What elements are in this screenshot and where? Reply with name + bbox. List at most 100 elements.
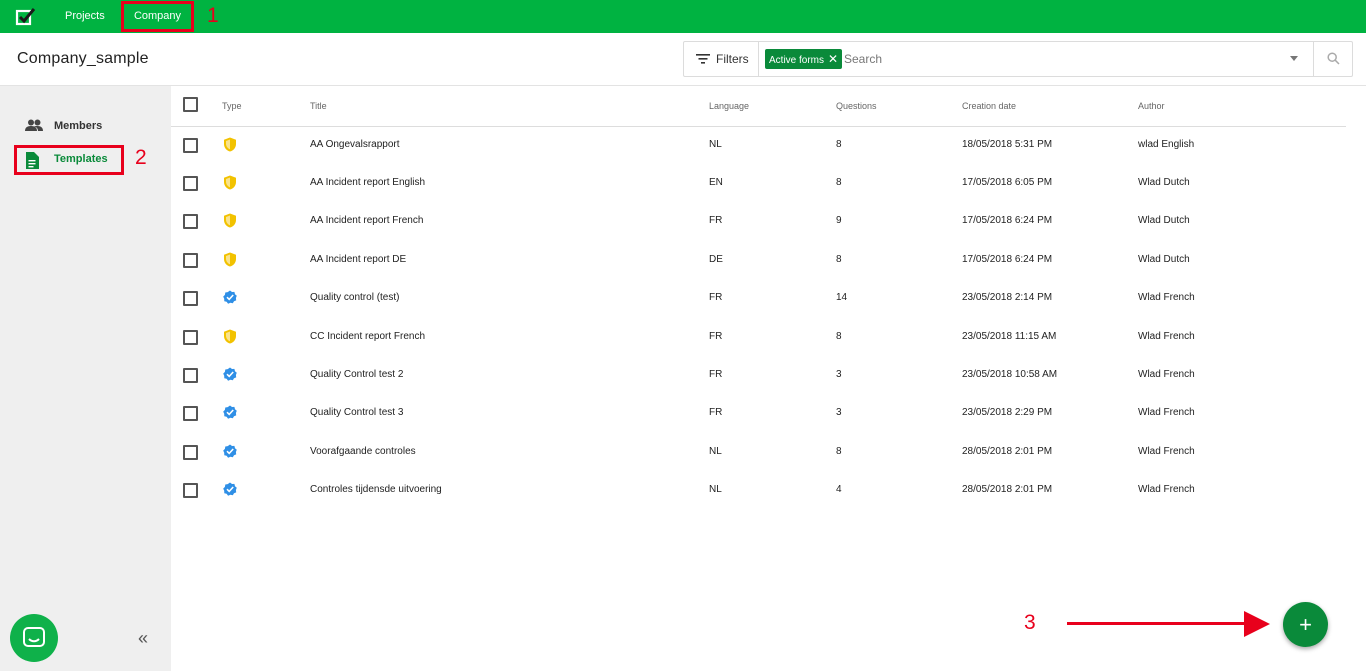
search-input[interactable] [844, 47, 1274, 71]
table-row[interactable]: Quality Control test 3 FR 3 23/05/2018 2:29… [171, 394, 1346, 432]
table-row[interactable]: Quality Control test 2 FR 3 23/05/2018 10:5… [171, 356, 1346, 394]
row-questions: 4 [836, 484, 842, 495]
nav-company-link[interactable]: Company [121, 1, 194, 32]
nav-projects-link[interactable]: Projects [65, 0, 105, 33]
row-author: Wlad Dutch [1138, 177, 1190, 188]
sidebar: Members Templates 2 « [0, 86, 171, 671]
annotation-number: 1 [207, 4, 219, 27]
row-language: NL [709, 139, 722, 150]
row-creation-date: 23/05/2018 11:15 AM [962, 331, 1057, 342]
column-header-language[interactable]: Language [709, 101, 749, 111]
row-creation-date: 18/05/2018 5:31 PM [962, 139, 1053, 150]
row-author: Wlad French [1138, 407, 1195, 418]
table-row[interactable]: AA Incident report French FR 9 17/05/2018 6… [171, 202, 1346, 240]
row-language: NL [709, 446, 722, 457]
search-button[interactable] [1313, 42, 1353, 76]
column-header-questions[interactable]: Questions [836, 101, 877, 111]
sidebar-item-templates[interactable]: Templates [14, 145, 124, 175]
filter-icon [696, 54, 710, 64]
add-template-button[interactable]: + [1283, 602, 1328, 647]
column-header-title[interactable]: Title [310, 101, 327, 111]
column-header-type[interactable]: Type [222, 101, 242, 111]
filters-button[interactable]: Filters [684, 42, 759, 76]
table-row[interactable]: Controles tijdensde uitvoering NL 4 28/05/2… [171, 471, 1346, 509]
row-questions: 8 [836, 331, 842, 342]
row-title[interactable]: CC Incident report French [310, 331, 425, 342]
row-checkbox[interactable] [183, 214, 198, 229]
row-checkbox[interactable] [183, 138, 198, 153]
row-author: Wlad French [1138, 331, 1195, 342]
verified-badge-icon [223, 405, 237, 419]
dropdown-arrow-icon[interactable] [1290, 56, 1298, 61]
chip-label: Active forms [769, 55, 825, 66]
row-title[interactable]: Controles tijdensde uitvoering [310, 484, 442, 495]
row-author: Wlad French [1138, 292, 1195, 303]
table-row[interactable]: AA Ongevalsrapport NL 8 18/05/2018 5:31 PM w… [171, 126, 1346, 164]
shield-icon [224, 137, 236, 152]
row-language: DE [709, 254, 723, 265]
row-title[interactable]: AA Ongevalsrapport [310, 139, 400, 150]
row-creation-date: 23/05/2018 2:14 PM [962, 292, 1053, 303]
verified-badge-icon [223, 482, 237, 496]
table-row[interactable]: Quality control (test) FR 14 23/05/2018 2:1… [171, 279, 1346, 317]
table-header: Type Title Language Questions Creation d… [171, 86, 1346, 127]
row-language: EN [709, 177, 723, 188]
row-language: FR [709, 292, 723, 303]
active-forms-chip[interactable]: Active forms ✕ [765, 49, 843, 69]
row-checkbox[interactable] [183, 406, 198, 421]
row-questions: 3 [836, 369, 842, 380]
row-author: Wlad French [1138, 446, 1195, 457]
table-row[interactable]: CC Incident report French FR 8 23/05/2018 1… [171, 318, 1346, 356]
row-creation-date: 23/05/2018 10:58 AM [962, 369, 1058, 380]
row-questions: 8 [836, 254, 842, 265]
row-language: NL [709, 484, 722, 495]
collapse-sidebar-button[interactable]: « [138, 628, 148, 649]
logo-checkmark-icon[interactable] [15, 6, 37, 28]
row-checkbox[interactable] [183, 483, 198, 498]
row-checkbox[interactable] [183, 445, 198, 460]
table-row[interactable]: AA Incident report English EN 8 17/05/2018 … [171, 164, 1346, 202]
row-author: Wlad Dutch [1138, 254, 1190, 265]
row-checkbox[interactable] [183, 176, 198, 191]
row-questions: 3 [836, 407, 842, 418]
sidebar-item-members[interactable]: Members [14, 112, 124, 142]
row-language: FR [709, 331, 723, 342]
chat-support-button[interactable] [10, 614, 58, 662]
row-questions: 8 [836, 446, 842, 457]
document-icon [26, 152, 39, 169]
chat-icon [23, 627, 45, 647]
filters-label: Filters [716, 52, 749, 66]
row-checkbox[interactable] [183, 291, 198, 306]
row-title[interactable]: Voorafgaande controles [310, 446, 416, 457]
annotation-arrow [1067, 622, 1249, 625]
row-checkbox[interactable] [183, 253, 198, 268]
row-checkbox[interactable] [183, 368, 198, 383]
top-nav-bar: Projects Company 1 [0, 0, 1366, 33]
row-creation-date: 28/05/2018 2:01 PM [962, 446, 1053, 457]
people-icon [25, 119, 43, 131]
row-title[interactable]: Quality Control test 3 [310, 407, 403, 418]
row-title[interactable]: AA Incident report French [310, 215, 423, 226]
row-questions: 8 [836, 177, 842, 188]
row-title[interactable]: AA Incident report English [310, 177, 425, 188]
row-title[interactable]: Quality control (test) [310, 292, 399, 303]
row-language: FR [709, 215, 723, 226]
row-creation-date: 17/05/2018 6:24 PM [962, 215, 1053, 226]
select-all-checkbox[interactable] [183, 97, 198, 112]
annotation-arrow-head [1244, 611, 1270, 637]
table-row[interactable]: Voorafgaande controles NL 8 28/05/2018 2:01… [171, 433, 1346, 471]
verified-badge-icon [223, 444, 237, 458]
row-creation-date: 28/05/2018 2:01 PM [962, 484, 1053, 495]
column-header-author[interactable]: Author [1138, 101, 1165, 111]
page-title: Company_sample [17, 50, 149, 67]
row-title[interactable]: AA Incident report DE [310, 254, 406, 265]
column-header-creation-date[interactable]: Creation date [962, 101, 1016, 111]
row-author: wlad English [1138, 139, 1195, 150]
shield-icon [224, 175, 236, 190]
row-checkbox[interactable] [183, 330, 198, 345]
table-row[interactable]: AA Incident report DE DE 8 17/05/2018 6:24 … [171, 241, 1346, 279]
close-icon[interactable]: ✕ [828, 49, 838, 69]
row-title[interactable]: Quality Control test 2 [310, 369, 403, 380]
search-icon [1327, 52, 1340, 65]
row-questions: 14 [836, 292, 848, 303]
